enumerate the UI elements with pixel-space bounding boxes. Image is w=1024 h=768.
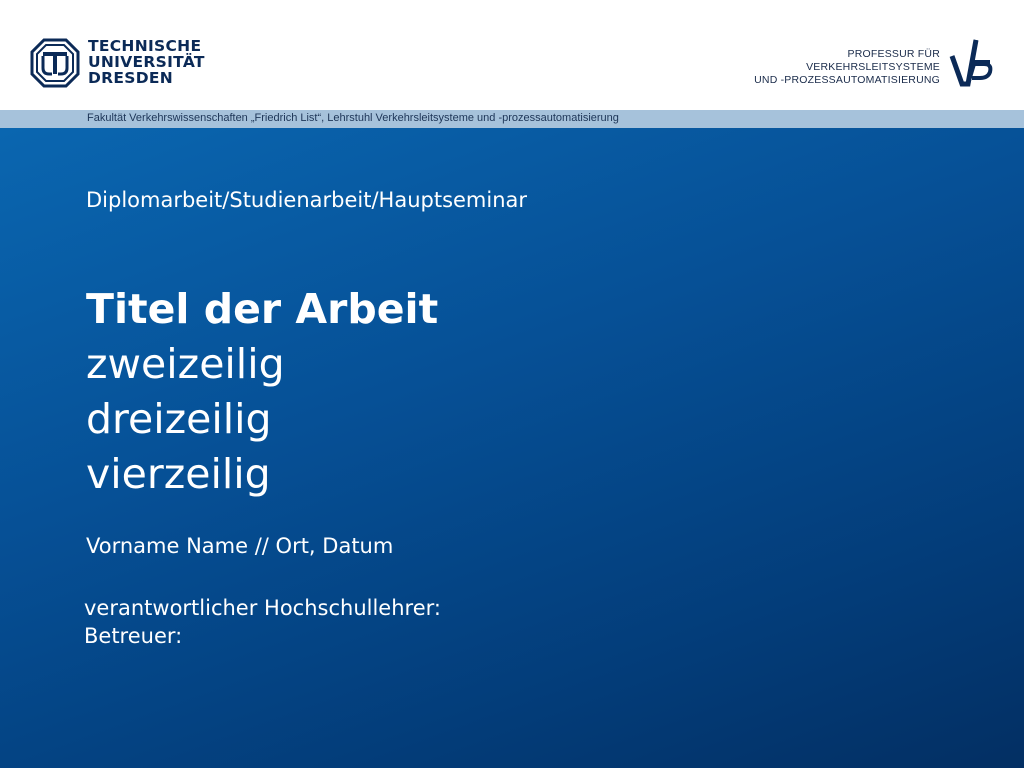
slide-subtitle: Diplomarbeit/Studienarbeit/Hauptseminar [86, 188, 528, 212]
tu-dresden-logo-icon [30, 38, 80, 88]
author-line: Vorname Name // Ort, Datum [86, 534, 394, 558]
chair-name-line: UND -PROZESSAUTOMATISIERUNG [754, 74, 940, 86]
faculty-bar: Fakultät Verkehrswissenschaften „Friedri… [0, 110, 1024, 128]
university-name-line: UNIVERSITÄT [88, 53, 205, 71]
supervisor-block: verantwortlicher Hochschullehrer: Betreu… [84, 594, 441, 650]
faculty-text: Fakultät Verkehrswissenschaften „Friedri… [87, 112, 619, 124]
title-line: vierzeilig [86, 450, 271, 498]
university-name-line: TECHNISCHE [88, 37, 202, 55]
title-block: Titel der Arbeit zweizeilig dreizeilig v… [86, 282, 438, 502]
university-name: TECHNISCHE UNIVERSITÄT DRESDEN [88, 38, 205, 86]
supervisor-label: verantwortlicher Hochschullehrer: [84, 596, 441, 620]
slide-body: Diplomarbeit/Studienarbeit/Hauptseminar … [0, 128, 1024, 768]
header: TECHNISCHE UNIVERSITÄT DRESDEN PROFESSUR… [0, 0, 1024, 110]
title-line: dreizeilig [86, 395, 272, 443]
chair-name-line: VERKEHRSLEITSYSTEME [806, 61, 940, 73]
vlp-logo-icon [949, 39, 993, 87]
title-line: zweizeilig [86, 340, 285, 388]
chair-name-line: PROFESSUR FÜR [847, 48, 940, 60]
advisor-label: Betreuer: [84, 624, 183, 648]
slide-title: Titel der Arbeit [86, 285, 439, 333]
chair-name: PROFESSUR FÜR VERKEHRSLEITSYSTEME UND -P… [754, 48, 940, 87]
university-name-line: DRESDEN [88, 69, 174, 87]
title-slide: TECHNISCHE UNIVERSITÄT DRESDEN PROFESSUR… [0, 0, 1024, 768]
